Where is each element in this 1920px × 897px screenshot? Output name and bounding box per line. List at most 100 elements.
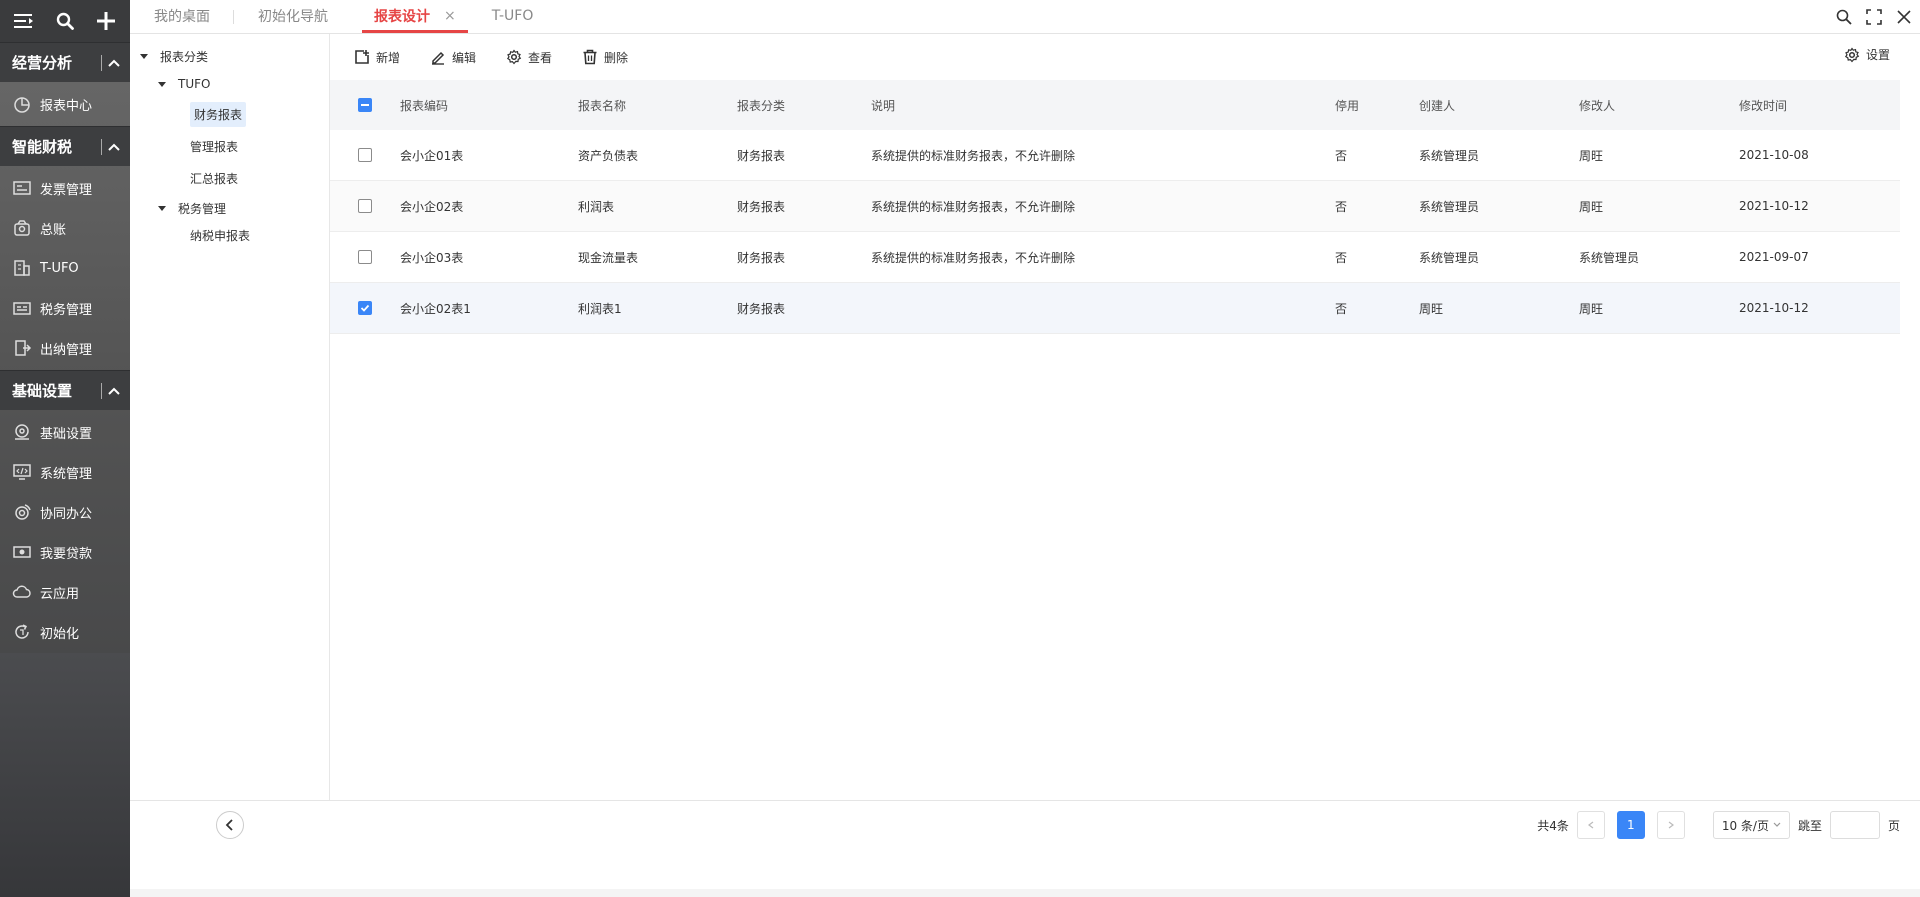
row-checkbox[interactable] [358,301,372,315]
sidebar-item-label: 初始化 [40,626,80,642]
sidebar-item-init[interactable]: 初始化 [0,612,130,652]
tree-node-management[interactable]: 管理报表 [130,130,329,162]
sidebar-item-label: 系统管理 [40,466,93,482]
sidebar-item-label: 协同办公 [40,506,93,522]
tab-init-guide[interactable]: 初始化导航 [234,0,352,33]
cloud-icon [12,585,31,598]
chevron-down-icon [1773,822,1781,827]
total-count: 共4条 [1537,818,1569,833]
chevron-right-icon [1668,821,1674,829]
table-row[interactable]: 会小企02表1 利润表1 财务报表 否 周旺 周旺 2021-10-12 [330,283,1900,334]
chevron-left-icon [1587,821,1594,829]
settings-button[interactable]: 设置 [1844,46,1890,63]
header-modifier: 修改人 [1579,98,1616,113]
sidebar-item-tax[interactable]: 税务管理 [0,288,130,328]
gear-icon [506,49,522,65]
jump-page-input[interactable] [1829,811,1880,839]
jump-label: 跳至 [1797,818,1822,833]
tab-tufo[interactable]: T-UFO [468,0,558,33]
tree-node-summary[interactable]: 汇总报表 [130,162,329,194]
pagination: 共4条 1 10 条/页 跳至 页 [1537,811,1900,839]
caret-down-icon[interactable] [158,205,166,211]
table-row[interactable]: 会小企03表 现金流量表 财务报表 系统提供的标准财务报表，不允许删除 否 系统… [330,232,1900,283]
gear-badge-icon [15,424,29,440]
next-page-button[interactable] [1656,811,1685,839]
tree-node-tax-return[interactable]: 纳税申报表 [130,222,329,248]
view-button[interactable]: 查看 [506,49,552,66]
page-size-select[interactable]: 10 条/页 [1712,811,1790,839]
caret-down-icon[interactable] [158,81,166,87]
sidebar-item-label: 基础设置 [40,426,93,442]
sidebar-item-basic-settings[interactable]: 基础设置 [0,412,130,452]
select-all-checkbox[interactable] [358,98,372,112]
collab-icon [15,504,31,520]
chevron-up-icon [108,143,120,151]
header-creator: 创建人 [1419,98,1456,113]
report-category-tree: 报表分类 TUFO 财务报表 管理报表 汇总报表 税务管理 纳税申报表 [130,34,330,800]
tree-node-tufo[interactable]: TUFO [130,70,329,98]
sidebar-group-analysis[interactable]: 经营分析 [0,42,130,82]
sidebar-item-invoice[interactable]: 发票管理 [0,168,130,208]
header-description: 说明 [871,98,896,113]
table-row[interactable]: 会小企02表 利润表 财务报表 系统提供的标准财务报表，不允许删除 否 系统管理… [330,181,1900,232]
collapse-tree-button[interactable] [216,811,244,839]
sidebar-item-label: 报表中心 [40,98,93,114]
sidebar-group-tax[interactable]: 智能财税 [0,126,130,166]
sidebar-item-collab[interactable]: 协同办公 [0,492,130,532]
tab-report-design[interactable]: 报表设计 × [362,0,468,33]
add-file-icon [355,50,369,64]
prev-page-button[interactable] [1576,811,1605,839]
sidebar-item-label: 我要贷款 [40,546,93,562]
sidebar-item-label: 出纳管理 [40,342,93,358]
header-name: 报表名称 [578,98,627,113]
chevron-up-icon [108,387,120,395]
check-icon [360,304,370,312]
sidebar-item-system[interactable]: 系统管理 [0,452,130,492]
sidebar-footer [0,653,130,897]
pencil-icon [432,51,445,65]
sidebar-item-label: T-UFO [40,260,79,276]
header-modified-time: 修改时间 [1739,98,1788,113]
row-checkbox[interactable] [358,148,372,162]
sidebar-item-cashier[interactable]: 出纳管理 [0,328,130,368]
sidebar-item-ledger[interactable]: 总账 [0,208,130,248]
close-icon[interactable] [1896,9,1912,25]
sidebar: 经营分析 报表中心 智能财税 发票管理 总账 T-UFO 税务管理 出纳管理 基… [0,0,130,897]
sidebar-item-label: 税务管理 [40,302,93,318]
report-table: 报表编码 报表名称 报表分类 说明 停用 创建人 修改人 修改时间 会小企01表… [330,80,1900,334]
sidebar-group-basic[interactable]: 基础设置 [0,370,130,410]
row-checkbox[interactable] [358,250,372,264]
edit-button[interactable]: 编辑 [430,49,476,66]
menu-toggle-icon[interactable] [9,6,39,36]
chevron-up-icon [108,59,120,67]
tree-node-financial[interactable]: 财务报表 [130,98,329,130]
sidebar-item-label: 云应用 [40,586,80,602]
invoice-icon [13,181,31,195]
caret-down-icon[interactable] [140,53,148,59]
gear-icon [1844,46,1860,62]
add-button[interactable]: 新增 [354,49,400,66]
delete-button[interactable]: 删除 [582,49,628,66]
tab-desktop[interactable]: 我的桌面 [130,0,234,33]
tree-node-tax[interactable]: 税务管理 [130,194,329,222]
sidebar-item-report-center[interactable]: 报表中心 [0,84,130,124]
cashier-icon [15,340,32,356]
search-icon[interactable] [50,6,80,36]
sidebar-item-cloud[interactable]: 云应用 [0,572,130,612]
sidebar-item-loan[interactable]: 我要贷款 [0,532,130,572]
ledger-icon [14,220,30,236]
table-header: 报表编码 报表名称 报表分类 说明 停用 创建人 修改人 修改时间 [330,80,1900,130]
money-icon [13,546,31,558]
footer-bar: 共4条 1 10 条/页 跳至 页 [130,800,1920,890]
row-checkbox[interactable] [358,199,372,213]
sidebar-item-label: 发票管理 [40,182,93,198]
tree-node-root[interactable]: 报表分类 [130,42,329,70]
fullscreen-icon[interactable] [1866,9,1882,25]
add-icon[interactable] [91,6,121,36]
search-icon[interactable] [1836,9,1852,25]
page-number-button[interactable]: 1 [1616,811,1645,839]
close-icon[interactable]: × [444,8,456,24]
window-controls [1836,0,1912,34]
table-row[interactable]: 会小企01表 资产负债表 财务报表 系统提供的标准财务报表，不允许删除 否 系统… [330,130,1900,181]
sidebar-item-tufo[interactable]: T-UFO [0,248,130,288]
